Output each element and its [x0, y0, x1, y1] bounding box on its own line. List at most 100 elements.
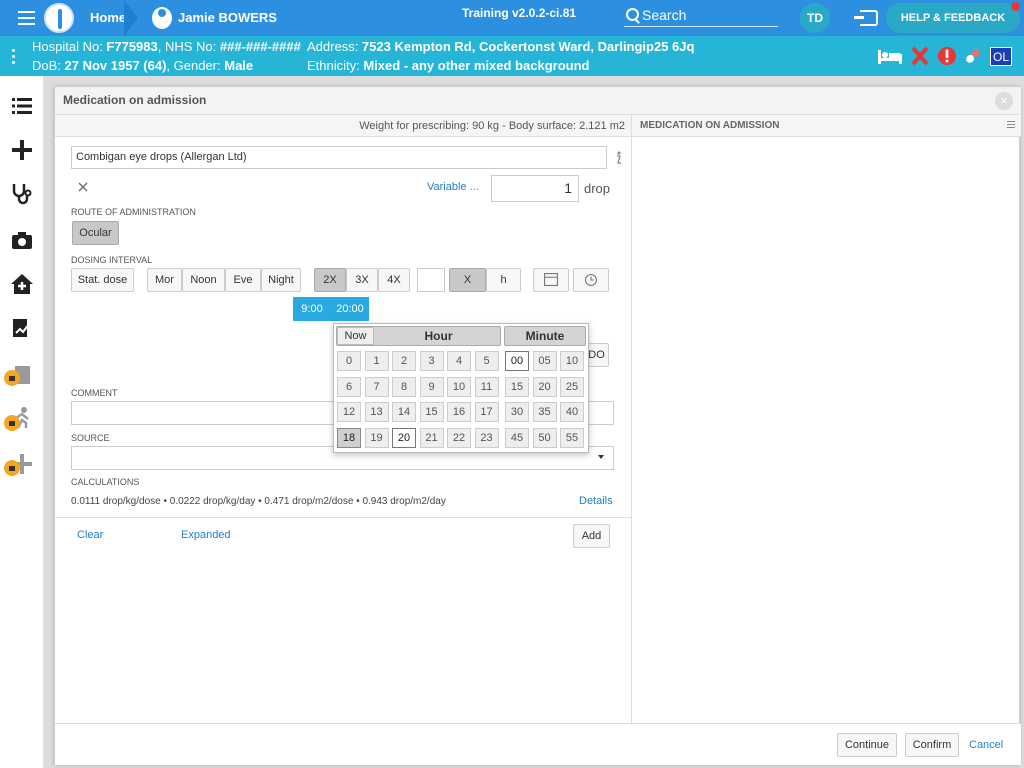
weight-info: Weight for prescribing: 90 kg - Body sur…: [55, 115, 631, 137]
hour-cell[interactable]: 1: [364, 351, 389, 371]
add-icon[interactable]: [10, 138, 34, 162]
hour-cell[interactable]: 5: [474, 351, 499, 371]
person-icon: [152, 7, 172, 29]
continue-button[interactable]: Continue: [837, 733, 897, 757]
time-chip-20[interactable]: 20:00: [331, 297, 369, 321]
close-icon[interactable]: ×: [995, 92, 1013, 110]
x-button[interactable]: X: [449, 268, 486, 292]
ocular-button[interactable]: Ocular: [72, 221, 119, 245]
menu-icon[interactable]: [18, 11, 35, 25]
hour-cell[interactable]: 9: [419, 376, 444, 397]
stethoscope-icon[interactable]: [10, 182, 34, 206]
logout-icon[interactable]: [854, 10, 878, 26]
calendar-icon[interactable]: [533, 268, 569, 292]
freq-4x-button[interactable]: 4X: [378, 268, 410, 292]
h-button[interactable]: h: [486, 268, 521, 292]
confirm-button[interactable]: Confirm: [905, 733, 959, 757]
hour-cell[interactable]: 22: [447, 427, 471, 448]
hour-cell[interactable]: 2: [392, 351, 416, 371]
avatar[interactable]: TD: [800, 3, 830, 33]
minute-cell[interactable]: 10: [560, 351, 584, 371]
hour-cell[interactable]: 13: [364, 402, 389, 422]
minute-cell[interactable]: 15: [505, 376, 529, 397]
hour-cell[interactable]: 16: [447, 402, 471, 422]
freq-3x-button[interactable]: 3X: [346, 268, 378, 292]
more-vertical-icon[interactable]: [12, 49, 16, 67]
lock-icon: [4, 415, 20, 431]
hour-cell[interactable]: 17: [474, 402, 499, 422]
minute-cell[interactable]: 05: [532, 351, 557, 371]
minute-cell[interactable]: 20: [532, 376, 557, 397]
clear-link[interactable]: Clear: [77, 529, 103, 541]
add-button[interactable]: Add: [573, 524, 610, 548]
time-chip-9[interactable]: 9:00: [293, 297, 331, 321]
info-icon[interactable]: [613, 151, 623, 165]
hour-cell[interactable]: 3: [419, 351, 444, 371]
pill-icon[interactable]: [962, 46, 984, 66]
hour-cell[interactable]: 10: [447, 376, 471, 397]
dropdown-chevron-icon[interactable]: [598, 455, 604, 459]
patient-name[interactable]: Jamie BOWERS: [178, 0, 277, 36]
camera-icon[interactable]: [10, 228, 34, 252]
hour-cell[interactable]: 6: [337, 376, 361, 397]
hour-cell[interactable]: 19: [364, 427, 389, 448]
details-link[interactable]: Details: [579, 495, 613, 507]
stat-dose-button[interactable]: Stat. dose: [71, 268, 134, 292]
interval-number-input[interactable]: [417, 268, 445, 292]
ol-badge[interactable]: OL: [990, 47, 1012, 66]
clear-drug-icon[interactable]: [77, 181, 89, 193]
hour-cell[interactable]: 18: [337, 427, 361, 448]
hour-cell[interactable]: 8: [392, 376, 416, 397]
source-label: SOURCE: [71, 433, 110, 443]
minute-cell[interactable]: 35: [532, 402, 557, 422]
hour-cell[interactable]: 21: [419, 427, 444, 448]
minute-cell[interactable]: 55: [560, 427, 584, 448]
freq-2x-button[interactable]: 2X: [314, 268, 346, 292]
menu-icon[interactable]: [1007, 121, 1015, 130]
night-button[interactable]: Night: [261, 268, 301, 292]
bed-icon[interactable]: [876, 46, 904, 66]
patient-banner: Hospital No: F775983, NHS No: ###-###-##…: [0, 36, 1024, 76]
minute-cell[interactable]: 25: [560, 376, 584, 397]
edit-document-icon[interactable]: [10, 316, 34, 340]
home-link[interactable]: Home: [90, 0, 126, 36]
hour-cell[interactable]: 20: [392, 427, 416, 448]
now-button[interactable]: Now: [337, 327, 374, 345]
dose-input[interactable]: 1: [491, 175, 579, 202]
hour-cell[interactable]: 7: [364, 376, 389, 397]
noon-button[interactable]: Noon: [182, 268, 225, 292]
clock-icon[interactable]: [573, 268, 609, 292]
help-feedback-button[interactable]: HELP & FEEDBACK: [886, 3, 1020, 33]
home-care-icon[interactable]: [10, 272, 34, 296]
hospital-line: Hospital No: F775983, NHS No: ###-###-##…: [32, 39, 301, 54]
hour-cell[interactable]: 11: [474, 376, 499, 397]
address-line: Address: 7523 Kempton Rd, Cockertonst Wa…: [307, 39, 695, 54]
minute-cell[interactable]: 50: [532, 427, 557, 448]
app-logo[interactable]: [44, 3, 74, 33]
mor-button[interactable]: Mor: [147, 268, 182, 292]
top-bar: Home Jamie BOWERS Training v2.0.2-ci.81 …: [0, 0, 1024, 36]
search-input[interactable]: Search: [624, 5, 778, 27]
dialog-title: Medication on admission: [55, 87, 1021, 115]
minute-cell[interactable]: 00: [505, 351, 529, 371]
minute-cell[interactable]: 40: [560, 402, 584, 422]
hour-cell[interactable]: 0: [337, 351, 361, 371]
hour-cell[interactable]: 14: [392, 402, 416, 422]
alert-icon[interactable]: [936, 46, 958, 66]
eve-button[interactable]: Eve: [225, 268, 261, 292]
drug-input[interactable]: Combigan eye drops (Allergan Ltd): [71, 146, 607, 169]
hour-cell[interactable]: 12: [337, 402, 361, 422]
chevron-right-icon: [124, 0, 138, 36]
variable-link[interactable]: Variable ...: [427, 181, 479, 193]
dosing-interval-label: DOSING INTERVAL: [71, 255, 153, 265]
hour-cell[interactable]: 15: [419, 402, 444, 422]
minute-cell[interactable]: 30: [505, 402, 529, 422]
expanded-link[interactable]: Expanded: [181, 529, 231, 541]
cancel-link[interactable]: Cancel: [969, 739, 1003, 751]
list-icon[interactable]: [10, 94, 34, 118]
hour-cell[interactable]: 4: [447, 351, 471, 371]
minute-cell[interactable]: 45: [505, 427, 529, 448]
cross-alert-icon[interactable]: [910, 46, 930, 66]
right-panel-title: MEDICATION ON ADMISSION: [632, 115, 1021, 137]
hour-cell[interactable]: 23: [474, 427, 499, 448]
